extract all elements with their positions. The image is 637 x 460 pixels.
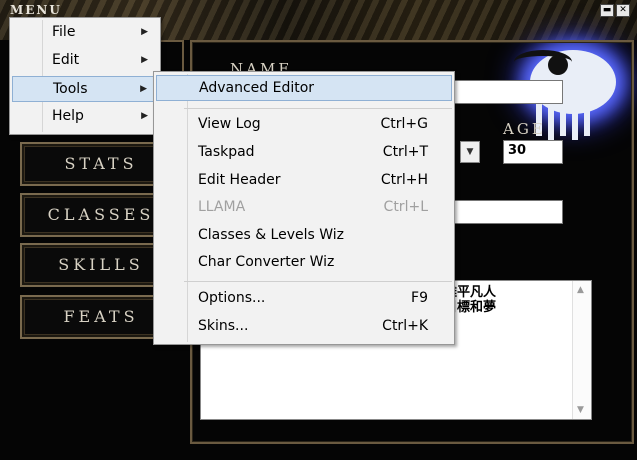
close-icon[interactable]: ✕ (616, 4, 630, 17)
menu-item-label: LLAMA (198, 199, 246, 215)
menu-item-help[interactable]: Help ▶ (12, 104, 158, 130)
menu-separator (184, 108, 452, 109)
scroll-up-icon[interactable]: ▲ (577, 285, 584, 295)
menu-shortcut: Ctrl+T (382, 144, 428, 160)
menu-shortcut: Ctrl+G (380, 116, 429, 132)
chevron-down-icon[interactable]: ▼ (460, 141, 480, 163)
app-window: MENU ▬ ✕ STATS CLASSES SKILLS FEATS NAME… (0, 0, 637, 460)
menu-shortcut: F9 (411, 290, 428, 306)
main-menu: File ▶ Edit ▶ Tools ▶ Help ▶ (9, 17, 161, 135)
menu-item-llama: LLAMA Ctrl+L (156, 195, 452, 221)
chevron-right-icon: ▶ (141, 55, 148, 65)
menu-shortcut: Ctrl+K (382, 318, 428, 334)
age-label: AGE (503, 120, 546, 138)
menu-item-classes-levels-wiz[interactable]: Classes & Levels Wiz (156, 223, 452, 249)
menu-item-label: View Log (198, 116, 261, 132)
text-input[interactable] (450, 200, 563, 224)
age-input[interactable]: 30 (503, 140, 563, 164)
menu-item-options[interactable]: Options... F9 (156, 286, 452, 312)
menu-item-label: Classes & Levels Wiz (198, 227, 345, 243)
menu-item-label: Options... (198, 290, 266, 306)
menu-item-tools[interactable]: Tools ▶ (12, 76, 158, 102)
menu-separator (184, 281, 452, 282)
chevron-right-icon: ▶ (141, 111, 148, 121)
menu-item-label: File (52, 24, 76, 40)
menu-item-label: Char Converter Wiz (198, 254, 335, 270)
scroll-down-icon[interactable]: ▼ (577, 405, 584, 415)
tools-submenu: Advanced Editor View Log Ctrl+G Taskpad … (153, 71, 455, 345)
menu-item-edit-header[interactable]: Edit Header Ctrl+H (156, 168, 452, 194)
menu-item-label: Help (52, 108, 84, 124)
menu-item-label: Skins... (198, 318, 249, 334)
menu-item-label: Taskpad (198, 144, 255, 160)
menu-item-view-log[interactable]: View Log Ctrl+G (156, 112, 452, 138)
chevron-right-icon: ▶ (141, 27, 148, 37)
menu-item-label: Advanced Editor (199, 80, 315, 96)
menu-item-file[interactable]: File ▶ (12, 20, 158, 46)
menu-shortcut: Ctrl+L (383, 199, 428, 215)
menu-item-edit[interactable]: Edit ▶ (12, 48, 158, 74)
name-input[interactable] (450, 80, 563, 104)
menu-item-label: Edit (52, 52, 80, 68)
menu-item-advanced-editor[interactable]: Advanced Editor (156, 75, 452, 101)
menu-shortcut: Ctrl+H (380, 172, 428, 188)
chevron-right-icon: ▶ (140, 84, 147, 94)
menu-item-char-converter-wiz[interactable]: Char Converter Wiz (156, 250, 452, 276)
minimize-icon[interactable]: ▬ (600, 4, 614, 17)
menu-item-skins[interactable]: Skins... Ctrl+K (156, 314, 452, 340)
menu-item-label: Tools (53, 81, 88, 97)
menu-label[interactable]: MENU (10, 3, 62, 17)
menu-item-label: Edit Header (198, 172, 281, 188)
menu-item-taskpad[interactable]: Taskpad Ctrl+T (156, 140, 452, 166)
scrollbar[interactable]: ▲ ▼ (572, 281, 591, 419)
